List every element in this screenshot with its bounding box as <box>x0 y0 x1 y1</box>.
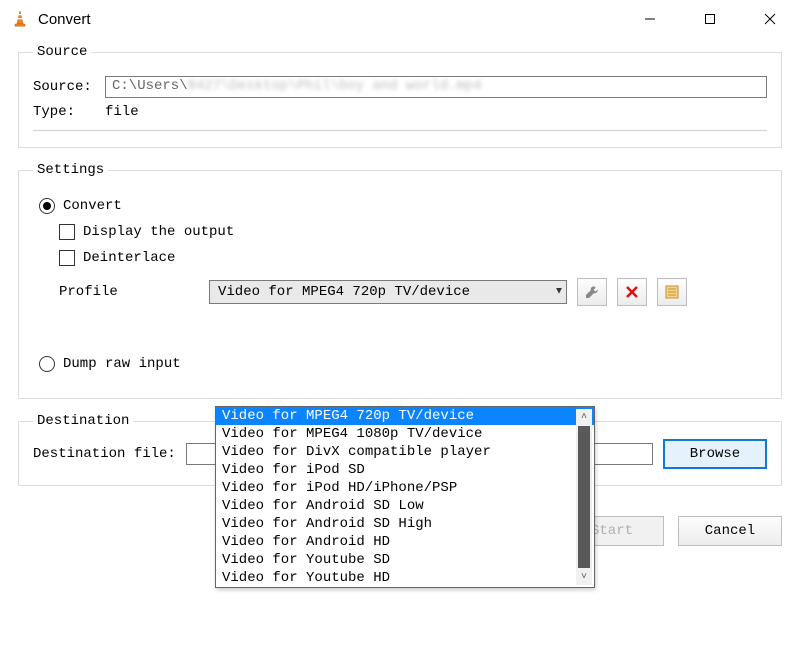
dump-raw-radio[interactable]: Dump raw input <box>39 356 767 372</box>
browse-button-label: Browse <box>690 446 740 462</box>
dump-raw-label: Dump raw input <box>63 356 181 372</box>
profile-option[interactable]: Video for MPEG4 720p TV/device <box>216 407 594 425</box>
profile-option[interactable]: Video for iPod HD/iPhone/PSP <box>216 479 594 497</box>
checkbox-icon <box>59 250 75 266</box>
settings-legend: Settings <box>33 162 108 178</box>
new-profile-button[interactable] <box>657 278 687 306</box>
settings-group: Settings Convert Display the output Dein… <box>18 162 782 399</box>
cancel-button-label: Cancel <box>705 523 755 539</box>
minimize-button[interactable] <box>620 0 680 38</box>
destination-file-label: Destination file: <box>33 446 176 462</box>
maximize-button[interactable] <box>680 0 740 38</box>
profile-combobox[interactable]: Video for MPEG4 720p TV/device ▼ <box>209 280 567 304</box>
profile-option[interactable]: Video for Android SD Low <box>216 497 594 515</box>
convert-radio-label: Convert <box>63 198 122 214</box>
display-output-checkbox[interactable]: Display the output <box>59 224 767 240</box>
profile-option[interactable]: Video for Youtube SD <box>216 551 594 569</box>
source-group: Source Source: C:\Users\0427\Desktop\Phi… <box>18 44 782 148</box>
profile-option[interactable]: Video for Android HD <box>216 533 594 551</box>
chevron-down-icon: ▼ <box>556 287 562 298</box>
source-divider <box>33 130 767 131</box>
radio-unselected-icon <box>39 356 55 372</box>
checkbox-icon <box>59 224 75 240</box>
profile-option[interactable]: Video for Youtube HD <box>216 569 594 587</box>
profile-option[interactable]: Video for iPod SD <box>216 461 594 479</box>
delete-x-icon <box>625 285 639 299</box>
source-path-visible: C:\Users\ <box>112 78 188 94</box>
window-title: Convert <box>38 11 91 28</box>
source-path-input[interactable]: C:\Users\0427\Desktop\Phil\boy and world… <box>105 76 767 98</box>
start-button-label: Start <box>591 523 633 539</box>
profile-option[interactable]: Video for Android SD High <box>216 515 594 533</box>
display-output-label: Display the output <box>83 224 234 240</box>
destination-legend: Destination <box>33 413 133 429</box>
radio-selected-icon <box>39 198 55 214</box>
vlc-cone-icon <box>10 9 30 29</box>
type-label: Type: <box>33 104 105 120</box>
dropdown-scrollbar[interactable]: ˄ ˅ <box>576 409 592 585</box>
scroll-down-icon[interactable]: ˅ <box>576 569 592 585</box>
edit-profile-button[interactable] <box>577 278 607 306</box>
deinterlace-checkbox[interactable]: Deinterlace <box>59 250 767 266</box>
scroll-up-icon[interactable]: ˄ <box>576 409 592 425</box>
titlebar: Convert <box>0 0 800 38</box>
wrench-icon <box>584 284 600 300</box>
new-profile-icon <box>664 284 680 300</box>
cancel-button[interactable]: Cancel <box>678 516 782 546</box>
scroll-thumb[interactable] <box>578 426 590 568</box>
convert-radio[interactable]: Convert <box>39 198 767 214</box>
profile-dropdown-list[interactable]: Video for MPEG4 720p TV/deviceVideo for … <box>215 406 595 588</box>
profile-selected-text: Video for MPEG4 720p TV/device <box>218 284 470 300</box>
browse-button[interactable]: Browse <box>663 439 767 469</box>
delete-profile-button[interactable] <box>617 278 647 306</box>
deinterlace-label: Deinterlace <box>83 250 175 266</box>
profile-option[interactable]: Video for DivX compatible player <box>216 443 594 461</box>
profile-label: Profile <box>59 284 199 300</box>
type-value: file <box>105 104 139 120</box>
source-label: Source: <box>33 79 105 95</box>
close-button[interactable] <box>740 0 800 38</box>
source-legend: Source <box>33 44 91 60</box>
source-path-blurred: 0427\Desktop\Phil\boy and world.mp4 <box>188 78 482 94</box>
profile-option[interactable]: Video for MPEG4 1080p TV/device <box>216 425 594 443</box>
